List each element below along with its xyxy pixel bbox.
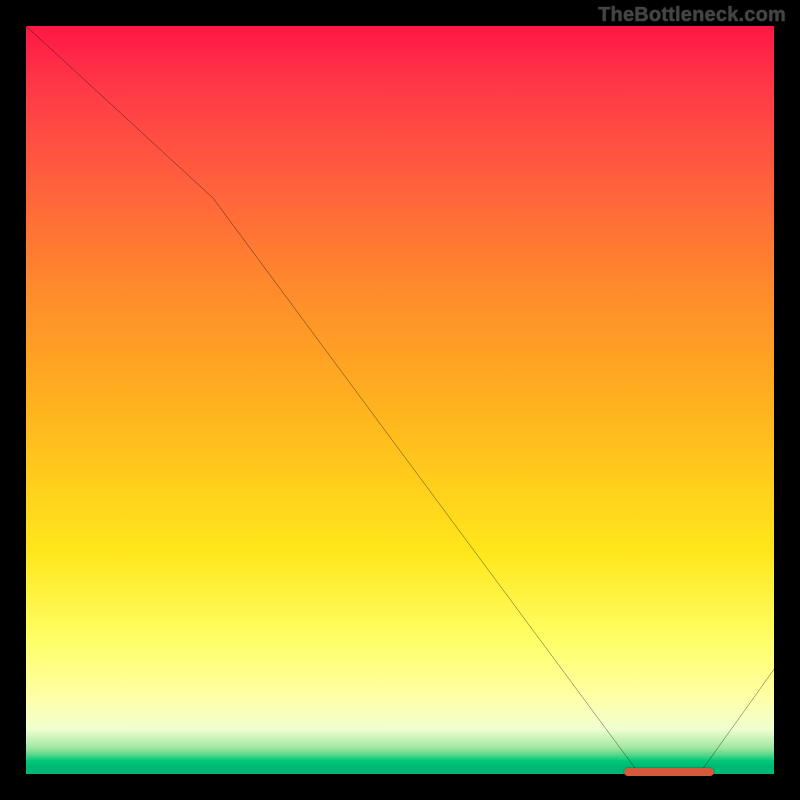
watermark-text: TheBottleneck.com xyxy=(598,4,786,27)
curve-path xyxy=(26,26,774,774)
chart-frame: TheBottleneck.com xyxy=(0,0,800,800)
bottleneck-curve xyxy=(26,26,774,774)
optimal-range-marker xyxy=(624,768,714,776)
